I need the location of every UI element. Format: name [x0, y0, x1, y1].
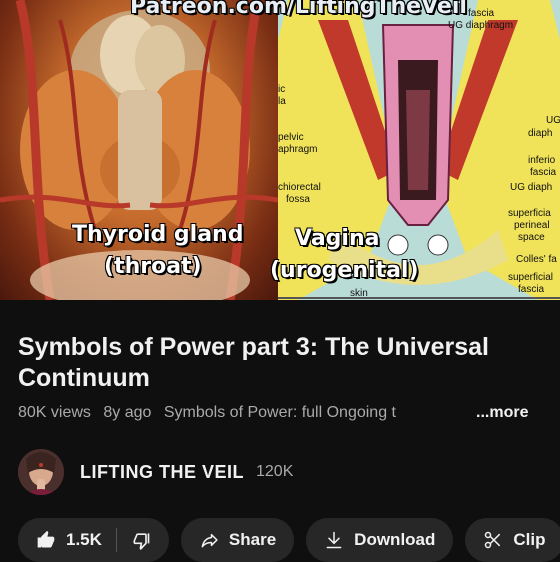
download-icon — [324, 530, 344, 550]
watermark-text: Patreon.com/LiftingTheVeil — [130, 0, 467, 19]
label-la: la — [278, 96, 286, 107]
clip-button[interactable]: Clip — [465, 518, 560, 562]
video-player[interactable]: fascia UG diaphragm ic la pelvic aphragm… — [0, 0, 560, 300]
label-ug-right: UG — [546, 115, 560, 126]
thumbs-down-icon — [131, 530, 151, 550]
label-skin: skin — [350, 288, 368, 299]
action-bar: 1.5K Share Download Clip — [18, 518, 560, 562]
label-superficial-perineal-2: perineal — [514, 220, 550, 231]
caption-thyroid: Thyroid gland — [72, 222, 244, 247]
like-dislike-group: 1.5K — [18, 518, 169, 562]
like-button[interactable]: 1.5K — [18, 518, 116, 562]
label-colles: Colles' fa — [516, 254, 557, 265]
label-pelvic-2: aphragm — [278, 144, 318, 155]
label-inferior: inferio — [528, 155, 556, 166]
view-count: 80K views — [18, 404, 91, 421]
subscriber-count: 120K — [256, 463, 294, 480]
label-ic: ic — [278, 84, 286, 95]
like-count: 1.5K — [66, 530, 102, 549]
channel-name[interactable]: LIFTING THE VEIL — [80, 462, 244, 483]
share-icon — [199, 530, 219, 550]
video-meta[interactable]: 80K views 8y ago Symbols of Power: full … — [18, 404, 538, 426]
label-ischiorectal: chiorectal — [278, 182, 321, 193]
caption-vagina: Vagina — [295, 226, 380, 251]
label-diaph-right: diaph — [528, 128, 553, 139]
upload-age: 8y ago — [103, 404, 152, 421]
download-button[interactable]: Download — [306, 518, 454, 562]
clip-label: Clip — [513, 530, 546, 549]
video-title[interactable]: Symbols of Power part 3: The Universal C… — [18, 332, 548, 394]
scissors-icon — [483, 530, 503, 550]
share-button[interactable]: Share — [180, 518, 295, 562]
label-superficial-perineal-3: space — [518, 232, 545, 243]
anatomy-diagram: fascia UG diaphragm ic la pelvic aphragm… — [278, 0, 560, 300]
caption-urogenital: (urogenital) — [270, 258, 419, 283]
dislike-button[interactable] — [117, 518, 169, 562]
thumbs-up-icon — [36, 530, 56, 550]
caption-throat: (throat) — [104, 254, 202, 279]
label-pelvic: pelvic — [278, 132, 304, 143]
share-label: Share — [228, 530, 277, 549]
label-superficial-perineal: superficia — [508, 208, 551, 219]
label-ug-diaph-right: UG diaph — [510, 182, 553, 193]
label-superficial-fascia: superficial — [508, 272, 554, 283]
download-label: Download — [354, 530, 436, 549]
label-superficial-fascia-2: fascia — [518, 284, 545, 295]
description-snippet: Symbols of Power: full Ongoing t — [163, 404, 396, 421]
more-button[interactable]: ...more — [470, 404, 529, 422]
label-fascia-right: fascia — [530, 167, 557, 178]
label-ug-diaphragm: UG diaphragm — [448, 20, 514, 31]
label-fascia-top: fascia — [468, 8, 495, 19]
channel-row[interactable]: LIFTING THE VEIL 120K — [18, 448, 293, 496]
label-ischiorectal-2: fossa — [286, 194, 310, 205]
avatar[interactable] — [18, 449, 64, 495]
